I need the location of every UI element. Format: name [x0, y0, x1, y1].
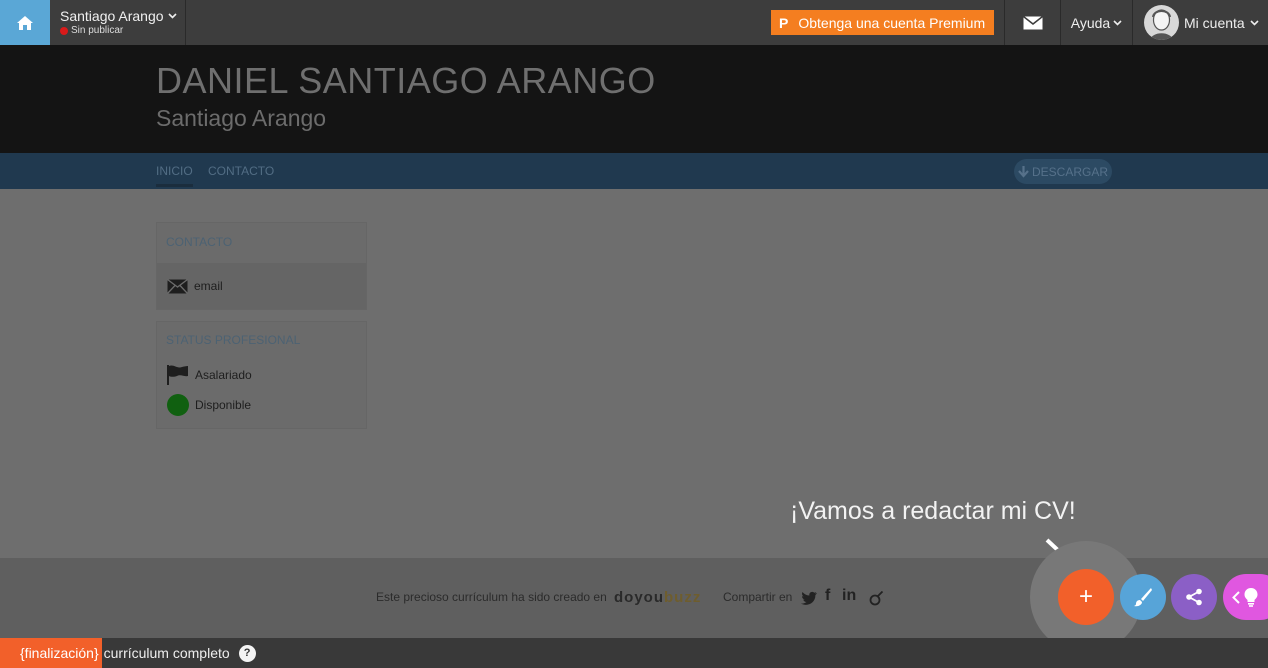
profile-selector[interactable]: Santiago Arango Sin publicar: [50, 0, 186, 45]
premium-button[interactable]: P Obtenga una cuenta Premium: [771, 10, 994, 35]
employment-label: Asalariado: [195, 368, 252, 382]
chevron-down-icon: [1250, 19, 1259, 26]
share-button[interactable]: [1171, 574, 1217, 620]
help-label: Ayuda: [1070, 14, 1111, 31]
plus-icon: +: [1078, 583, 1093, 610]
premium-badge-icon: P: [779, 14, 789, 31]
home-button[interactable]: [0, 0, 50, 45]
contact-email-row[interactable]: email: [157, 263, 366, 309]
completion-text: currículum completo: [103, 645, 230, 661]
design-button[interactable]: [1120, 574, 1166, 620]
email-label: email: [194, 279, 223, 293]
envelope-icon: [167, 278, 188, 294]
viadeo-icon[interactable]: [869, 591, 884, 606]
facebook-icon[interactable]: f: [825, 587, 830, 605]
status-title: STATUS PROFESIONAL: [166, 333, 301, 347]
help-question-icon[interactable]: ?: [238, 644, 256, 662]
completion-tag: {finalización}: [0, 638, 102, 668]
cv-name: DANIEL SANTIAGO ARANGO: [156, 60, 656, 101]
download-label: DESCARGAR: [1031, 164, 1108, 179]
avatar-silhouette-icon: [1150, 9, 1173, 40]
add-section-button[interactable]: +: [1058, 569, 1114, 625]
account-label: Mi cuenta: [1184, 14, 1245, 31]
avatar: [1144, 5, 1179, 40]
tips-button[interactable]: [1223, 574, 1268, 620]
top-bar: Santiago Arango Sin publicar P Obtenga u…: [0, 0, 1268, 45]
availability-row: Disponible: [157, 388, 366, 422]
mail-icon: [1022, 15, 1043, 29]
arrow-down-icon: [1018, 165, 1029, 178]
twitter-icon[interactable]: [801, 591, 817, 605]
cta-text: ¡Vamos a redactar mi CV!: [790, 497, 1076, 525]
profile-name: Santiago Arango: [60, 8, 164, 24]
messages-button[interactable]: [1005, 0, 1060, 45]
completion-tag-label: {finalización}: [20, 645, 99, 661]
premium-label: Obtenga una cuenta Premium: [798, 14, 986, 31]
status-card: STATUS PROFESIONAL Asalariado Disponible: [156, 321, 367, 429]
cv-header: DANIEL SANTIAGO ARANGO Santiago Arango: [0, 45, 1268, 153]
unpublished-dot-icon: [60, 26, 68, 35]
cv-subtitle: Santiago Arango: [156, 105, 327, 131]
chevron-down-icon: [167, 13, 177, 19]
share-label: Compartir en: [723, 590, 793, 604]
brush-icon: [1134, 588, 1152, 607]
completion-bar: {finalización} currículum completo ?: [0, 638, 1268, 668]
account-menu[interactable]: Mi cuenta: [1133, 0, 1268, 45]
contact-card: CONTACTO email: [156, 222, 367, 310]
tab-inicio[interactable]: INICIO: [156, 164, 193, 187]
tab-contacto[interactable]: CONTACTO: [208, 164, 274, 178]
cv-nav: INICIO CONTACTO DESCARGAR: [0, 153, 1268, 189]
doyoubuzz-logo[interactable]: doyoubuzz: [614, 589, 701, 606]
download-button[interactable]: DESCARGAR: [1014, 159, 1112, 184]
linkedin-icon[interactable]: in: [842, 587, 856, 605]
home-icon: [17, 15, 33, 30]
profile-status: Sin publicar: [71, 25, 124, 36]
created-with-text: Este precioso currículum ha sido creado …: [376, 590, 607, 604]
cv-content: CONTACTO email STATUS PROFESIONAL Asalar…: [0, 189, 1268, 558]
lightbulb-icon: [1244, 587, 1258, 607]
available-status-icon: [167, 394, 189, 416]
flag-icon: [167, 365, 188, 385]
chevron-down-icon: [1113, 19, 1122, 26]
employment-row: Asalariado: [157, 362, 366, 388]
help-menu[interactable]: Ayuda: [1061, 0, 1132, 45]
contact-title: CONTACTO: [166, 235, 233, 249]
share-icon: [1186, 588, 1202, 606]
chevron-left-icon: [1232, 590, 1240, 604]
availability-label: Disponible: [195, 398, 252, 412]
